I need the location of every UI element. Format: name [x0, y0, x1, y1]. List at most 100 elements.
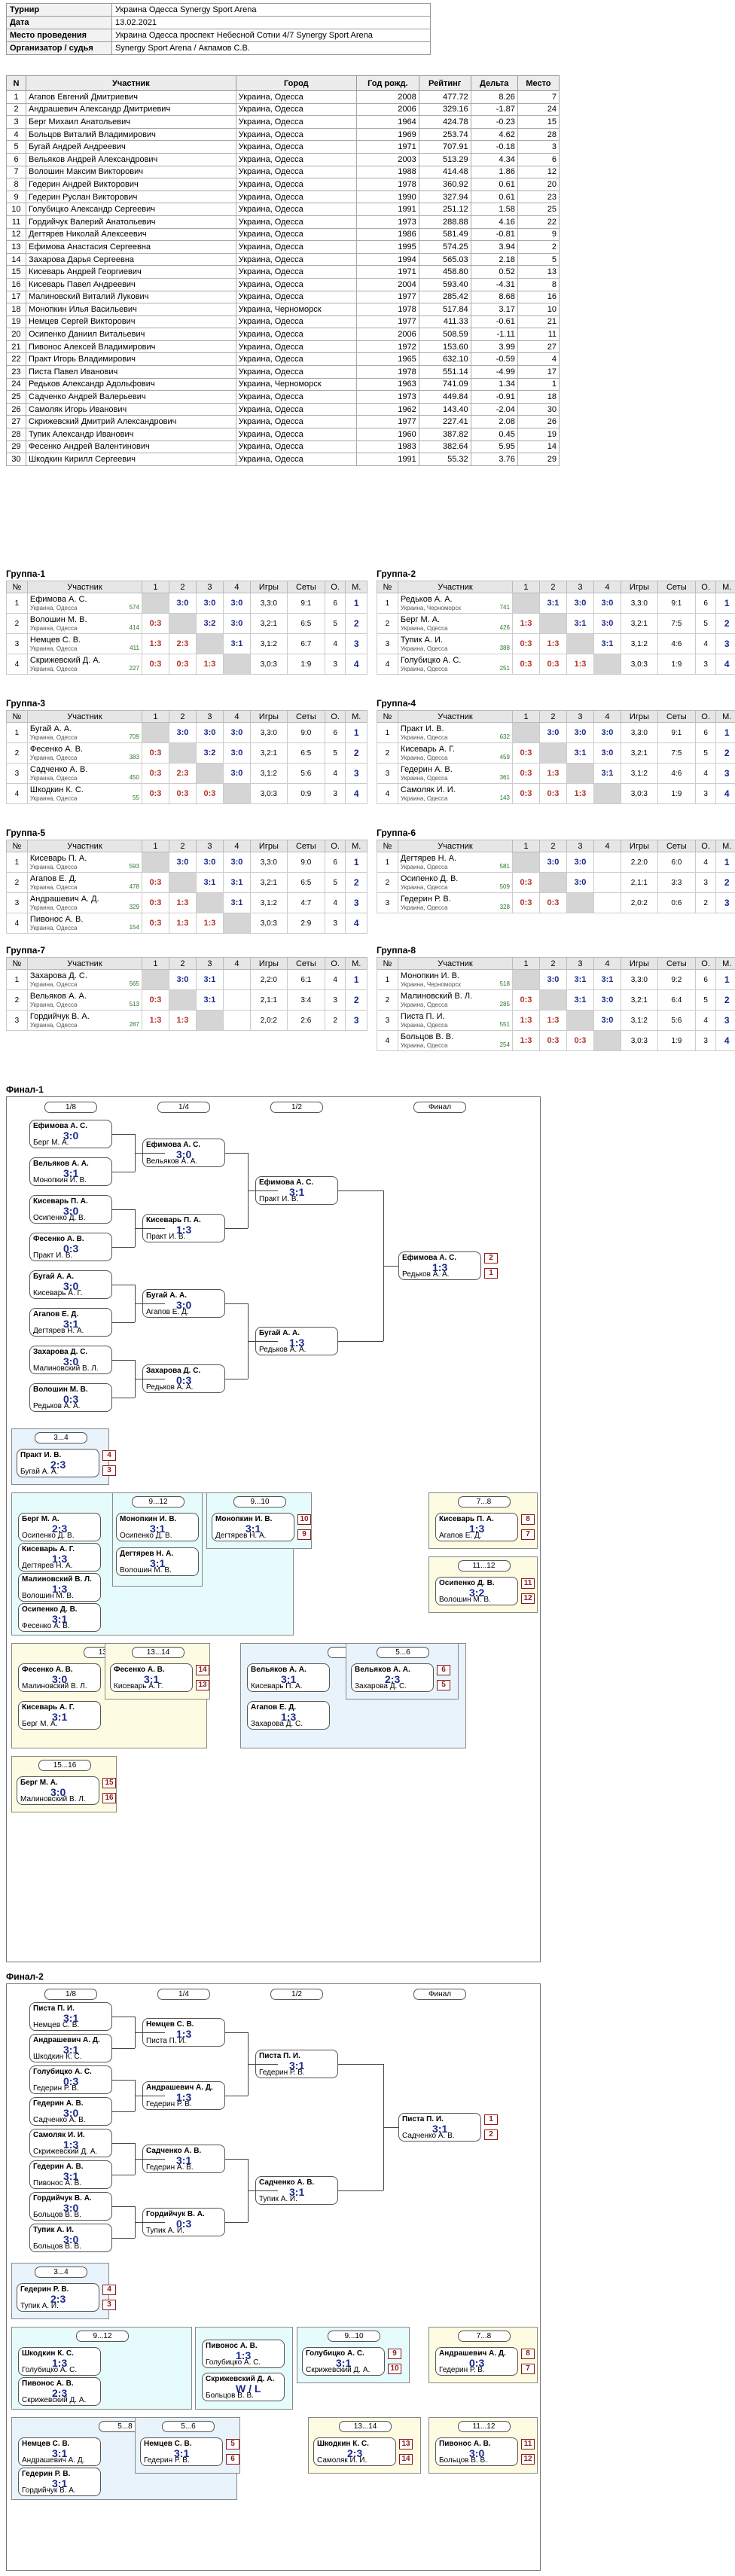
- group-score: [195, 892, 224, 913]
- info-row: Организатор / судья Synergy Sport Arena /…: [6, 41, 431, 55]
- player-name: Берг М. А.: [400, 614, 441, 624]
- group-header: М.: [715, 710, 735, 723]
- player-cell: 12: [517, 165, 560, 179]
- bracket-line: [338, 2064, 383, 2065]
- group-games: 3,0:3: [620, 654, 658, 675]
- group-place: 1: [715, 969, 735, 990]
- group-title: Группа-1: [6, 569, 46, 579]
- player-row: 5 Бугай Андрей Андреевич Украина, Одесса 19…: [6, 140, 560, 154]
- player-cell: 327.94: [418, 190, 471, 204]
- group-score: 1:3: [168, 892, 197, 913]
- group-header: 2: [168, 710, 197, 723]
- group-header: Участник: [397, 840, 513, 852]
- group-header: №: [377, 581, 398, 593]
- match-player-b: Писта П. И.: [146, 2037, 187, 2045]
- group-player: Осипенко Д. В. Украина, Одесса 509: [397, 872, 513, 893]
- player-city: Украина, Одесса: [400, 754, 448, 761]
- bracket-match: Гордийчук В. А. 3:0 Больцов В. В.: [29, 2192, 112, 2221]
- bracket-match: Скрижевский Д. А. W / L Больцов В. В.: [202, 2373, 285, 2401]
- group-header: 2: [538, 957, 567, 970]
- player-name: Малиновский В. Л.: [400, 991, 473, 1001]
- place-tag: 5: [226, 2439, 239, 2449]
- match-player-b: Дегтярев Н. А.: [215, 1532, 267, 1540]
- group-header: 4: [593, 840, 621, 852]
- match-player-b: Гедерин Р. В.: [439, 2366, 485, 2374]
- bracket-line: [112, 1134, 135, 1135]
- group-games: 3,2:1: [620, 742, 658, 764]
- player-cell: 3.17: [470, 303, 518, 316]
- player-rating: 450: [129, 773, 139, 781]
- match-player-b: Гордийчук В. А.: [22, 2486, 76, 2495]
- group-games: 3,0:3: [620, 783, 658, 804]
- place-tag: 13: [196, 1680, 209, 1690]
- placement-panel: 13...14 Фесенко А. В. 3:1 Кисеварь А. Г. 14 1…: [105, 1643, 210, 1700]
- player-cell: Кисеварь Андрей Георгиевич: [26, 265, 236, 279]
- group-score: 3:1: [593, 633, 621, 654]
- group-points: 4: [694, 852, 717, 873]
- round-header: Финал: [413, 1102, 466, 1113]
- group-title: Группа-5: [6, 828, 46, 838]
- match-player-b: Малиновский В. Л.: [20, 1795, 86, 1803]
- player-rating: 227: [129, 664, 139, 672]
- player-row: 10 Голубицко Александр Сергеевич Украина, …: [6, 203, 560, 216]
- group-place: 1: [345, 969, 368, 990]
- group-score: 3:0: [168, 593, 197, 614]
- group-score: 3:1: [566, 989, 594, 1011]
- group-row: 2 Малиновский В. Л. Украина, Одесса 285 0:3 3…: [377, 989, 735, 1011]
- match-player-a: Гордийчук В. А.: [33, 2194, 92, 2203]
- group-score: [593, 654, 621, 675]
- group-header: 4: [593, 581, 621, 593]
- player-cell: Украина, Одесса: [235, 277, 357, 291]
- player-cell: Андрашевич Александр Дмитриевич: [26, 102, 236, 117]
- player-cell: 424.78: [418, 115, 471, 129]
- group-games: 3,1:2: [620, 1010, 658, 1031]
- player-cell: Тупик Александр Иванович: [26, 428, 236, 441]
- group-score: 1:3: [511, 1010, 540, 1031]
- group-games: 3,0:3: [249, 654, 288, 675]
- player-cell: 20: [6, 328, 26, 341]
- player-cell: 565.03: [418, 252, 471, 267]
- bracket-match: Вельяков А. А. 3:1 Монопкин И. В.: [29, 1157, 112, 1186]
- player-city: Украина, Одесса: [400, 1021, 448, 1029]
- group-header: 1: [511, 840, 540, 852]
- group-header: №: [6, 581, 28, 593]
- group-score: 3:0: [566, 593, 594, 614]
- match-player-a: Монопкин И. В.: [215, 1515, 273, 1523]
- group-player: Ефимова А. С. Украина, Одесса 574: [26, 593, 142, 614]
- group-row: 3 Немцев С. В. Украина, Одесса 411 1:3 2:3 3:1…: [6, 633, 368, 654]
- bracket-match: Самоляк И. И. 1:3 Скрижевский Д. А.: [29, 2129, 112, 2157]
- group-sets: 2:9: [286, 913, 325, 934]
- group-row: 2 Вельяков А. А. Украина, Одесса 513 0:3 3:1 2…: [6, 989, 368, 1011]
- group-points: 3: [324, 654, 346, 675]
- group-row: 1 Кисеварь П. А. Украина, Одесса 593 3:0 3:0 3…: [6, 852, 368, 873]
- group-score: [222, 1010, 251, 1031]
- player-name: Бугай А. А.: [29, 724, 72, 733]
- group-score: 3:1: [195, 989, 224, 1011]
- match-player-b: Садченко А. В.: [33, 2116, 86, 2124]
- player-cell: Захарова Дарья Сергеевна: [26, 252, 236, 267]
- player-city: Украина, Одесса: [29, 733, 78, 741]
- player-cell: -0.61: [470, 315, 518, 329]
- group-score: 0:3: [511, 633, 540, 654]
- group-header: №: [377, 710, 398, 723]
- player-cell: 2: [6, 102, 26, 117]
- group-points: 6: [694, 593, 717, 614]
- player-cell: Украина, Одесса: [235, 102, 357, 117]
- player-city: Украина, Одесса: [29, 665, 78, 672]
- player-cell: 10: [6, 203, 26, 216]
- group-sets: 1:9: [657, 783, 696, 804]
- player-cell: 3.99: [470, 340, 518, 354]
- place-tag: 11: [521, 1578, 535, 1589]
- group-score: 3:0: [222, 742, 251, 764]
- group-place: 4: [715, 654, 735, 675]
- player-cell: Украина, Одесса: [235, 340, 357, 354]
- group-place: 4: [345, 654, 368, 675]
- place-tag: 5: [437, 1680, 450, 1690]
- player-cell: 28: [6, 428, 26, 441]
- group-score: 0:3: [141, 913, 169, 934]
- player-cell: 30: [517, 402, 560, 416]
- group-place: 3: [715, 1010, 735, 1031]
- group-score: [566, 763, 594, 784]
- group-score: [141, 852, 169, 873]
- player-cell: 13: [6, 240, 26, 254]
